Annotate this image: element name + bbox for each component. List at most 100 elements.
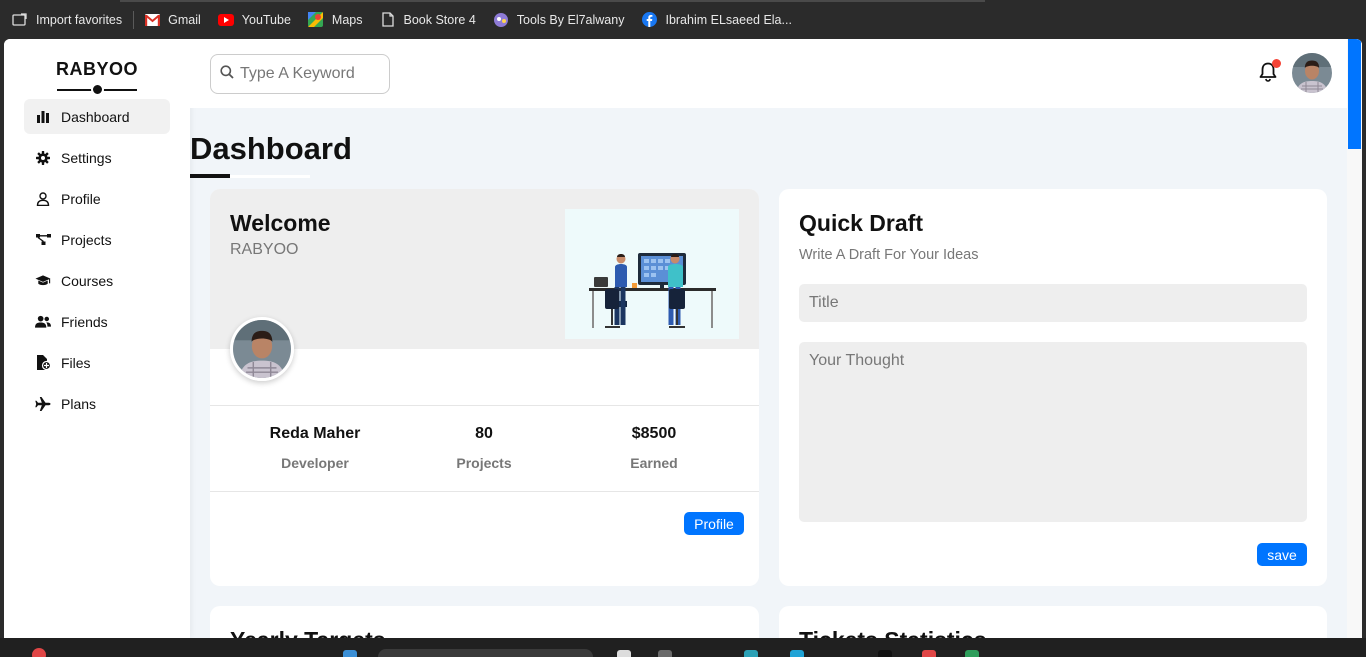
bookmark-gmail[interactable]: Gmail xyxy=(144,13,201,27)
save-button[interactable]: save xyxy=(1257,543,1307,566)
welcome-subtitle: RABYOO xyxy=(230,241,299,258)
search-icon xyxy=(220,64,234,84)
page-icon xyxy=(380,12,396,27)
bookmark-import-favorites[interactable]: Import favorites xyxy=(12,13,122,27)
tools-icon xyxy=(493,12,509,27)
start-icon[interactable] xyxy=(343,650,357,657)
draft-title-input[interactable] xyxy=(799,284,1307,322)
tab-strip-edge xyxy=(120,0,985,2)
plane-icon xyxy=(35,396,51,412)
taskbar-app-icon[interactable] xyxy=(790,650,804,657)
bookmarks-bar: Import favorites Gmail YouTube Maps Book… xyxy=(0,0,1366,39)
sidebar-nav: Dashboard Settings Profile Projects Cour… xyxy=(24,99,170,427)
facebook-icon xyxy=(641,12,657,27)
bookmark-label: YouTube xyxy=(241,12,291,27)
sidebar: RABYOO Dashboard Settings Profile Projec… xyxy=(4,39,190,638)
bookmark-separator xyxy=(133,10,135,29)
stat-value: $8500 xyxy=(631,425,677,442)
yearly-targets-title: Yearly Targets xyxy=(230,627,386,638)
diagram-icon xyxy=(35,232,51,248)
bookmark-label: Ibrahim ELsaeed Ela... xyxy=(665,12,792,27)
app-window: RABYOO Dashboard Settings Profile Projec… xyxy=(4,39,1362,638)
user-icon xyxy=(35,191,51,207)
youtube-icon xyxy=(217,13,234,27)
graduation-cap-icon xyxy=(35,273,51,289)
sidebar-item-plans[interactable]: Plans xyxy=(24,386,170,421)
stat-projects: 80 Projects xyxy=(399,425,569,471)
sidebar-item-label: Settings xyxy=(61,149,112,166)
stat-earned: $8500 Earned xyxy=(569,425,739,471)
notification-dot xyxy=(1272,59,1281,68)
scrollbar-thumb[interactable] xyxy=(1348,39,1361,149)
stat-label: Projects xyxy=(456,455,512,471)
page-scrollbar[interactable] xyxy=(1347,39,1362,638)
welcome-card: Welcome RABYOO Reda Maher Developer 80 P… xyxy=(210,189,759,586)
draft-thought-textarea[interactable] xyxy=(799,342,1307,522)
gmail-icon xyxy=(144,13,160,27)
welcome-illustration xyxy=(565,209,739,339)
quick-draft-card: Quick Draft Write A Draft For Your Ideas… xyxy=(779,189,1327,586)
os-taskbar xyxy=(0,638,1366,657)
page-title: Dashboard xyxy=(190,131,352,166)
welcome-title: Welcome xyxy=(230,210,331,236)
file-icon xyxy=(35,355,51,371)
taskbar-app-icon[interactable] xyxy=(922,650,936,657)
bookmark-label: Import favorites xyxy=(36,12,123,27)
yearly-targets-card: Yearly Targets xyxy=(210,606,759,638)
bookmark-tools[interactable]: Tools By El7alwany xyxy=(493,12,625,27)
sidebar-item-label: Dashboard xyxy=(61,108,130,125)
stat-value: Reda Maher xyxy=(269,425,361,442)
sidebar-item-label: Plans xyxy=(61,395,97,412)
stat-value: 80 xyxy=(475,425,493,442)
avatar[interactable] xyxy=(1292,53,1332,93)
sidebar-item-label: Files xyxy=(61,354,91,371)
bookmark-label: Maps xyxy=(331,12,363,27)
stat-label: Earned xyxy=(630,455,678,471)
sidebar-item-label: Courses xyxy=(61,272,114,289)
gear-icon xyxy=(35,150,51,166)
stat-name: Reda Maher Developer xyxy=(230,425,400,471)
bookmark-youtube[interactable]: YouTube xyxy=(217,12,291,27)
taskbar-app-icon[interactable] xyxy=(658,650,672,657)
search-input[interactable] xyxy=(240,65,380,83)
maps-icon xyxy=(308,12,324,27)
draft-title: Quick Draft xyxy=(799,210,923,236)
sidebar-item-label: Profile xyxy=(61,190,101,207)
chart-icon xyxy=(35,109,51,125)
logo: RABYOO xyxy=(55,59,138,79)
top-header xyxy=(190,39,1362,108)
sidebar-item-dashboard[interactable]: Dashboard xyxy=(24,99,170,134)
divider xyxy=(210,491,759,492)
bookmark-label: Gmail xyxy=(168,12,201,27)
bookmark-book-store[interactable]: Book Store 4 xyxy=(380,12,476,27)
import-icon xyxy=(12,12,28,27)
divider xyxy=(210,405,759,406)
tickets-statistics-card: Tickets Statistics xyxy=(779,606,1327,638)
title-underline-accent xyxy=(190,174,230,178)
logo-dot xyxy=(91,83,104,96)
bookmark-label: Book Store 4 xyxy=(403,12,476,27)
sidebar-item-courses[interactable]: Courses xyxy=(24,263,170,298)
sidebar-item-profile[interactable]: Profile xyxy=(24,181,170,216)
stat-label: Developer xyxy=(281,455,349,471)
draft-subtitle: Write A Draft For Your Ideas xyxy=(799,247,979,263)
bookmark-maps[interactable]: Maps xyxy=(308,12,363,27)
sidebar-item-projects[interactable]: Projects xyxy=(24,222,170,257)
sidebar-item-settings[interactable]: Settings xyxy=(24,140,170,175)
taskbar-app-icon[interactable] xyxy=(965,650,979,657)
users-icon xyxy=(35,314,51,330)
taskbar-search[interactable] xyxy=(378,649,593,657)
welcome-avatar[interactable] xyxy=(230,317,294,381)
sidebar-item-files[interactable]: Files xyxy=(24,345,170,380)
tickets-statistics-title: Tickets Statistics xyxy=(799,627,987,638)
taskbar-app-icon[interactable] xyxy=(617,650,631,657)
taskbar-app-icon[interactable] xyxy=(878,650,892,657)
profile-button[interactable]: Profile xyxy=(684,512,744,535)
weather-badge-icon[interactable] xyxy=(32,648,46,657)
sidebar-item-label: Projects xyxy=(61,231,112,248)
bookmark-label: Tools By El7alwany xyxy=(516,12,625,27)
search-box[interactable] xyxy=(210,54,390,94)
taskbar-app-icon[interactable] xyxy=(744,650,758,657)
bookmark-facebook[interactable]: Ibrahim ELsaeed Ela... xyxy=(641,12,792,27)
sidebar-item-friends[interactable]: Friends xyxy=(24,304,170,339)
